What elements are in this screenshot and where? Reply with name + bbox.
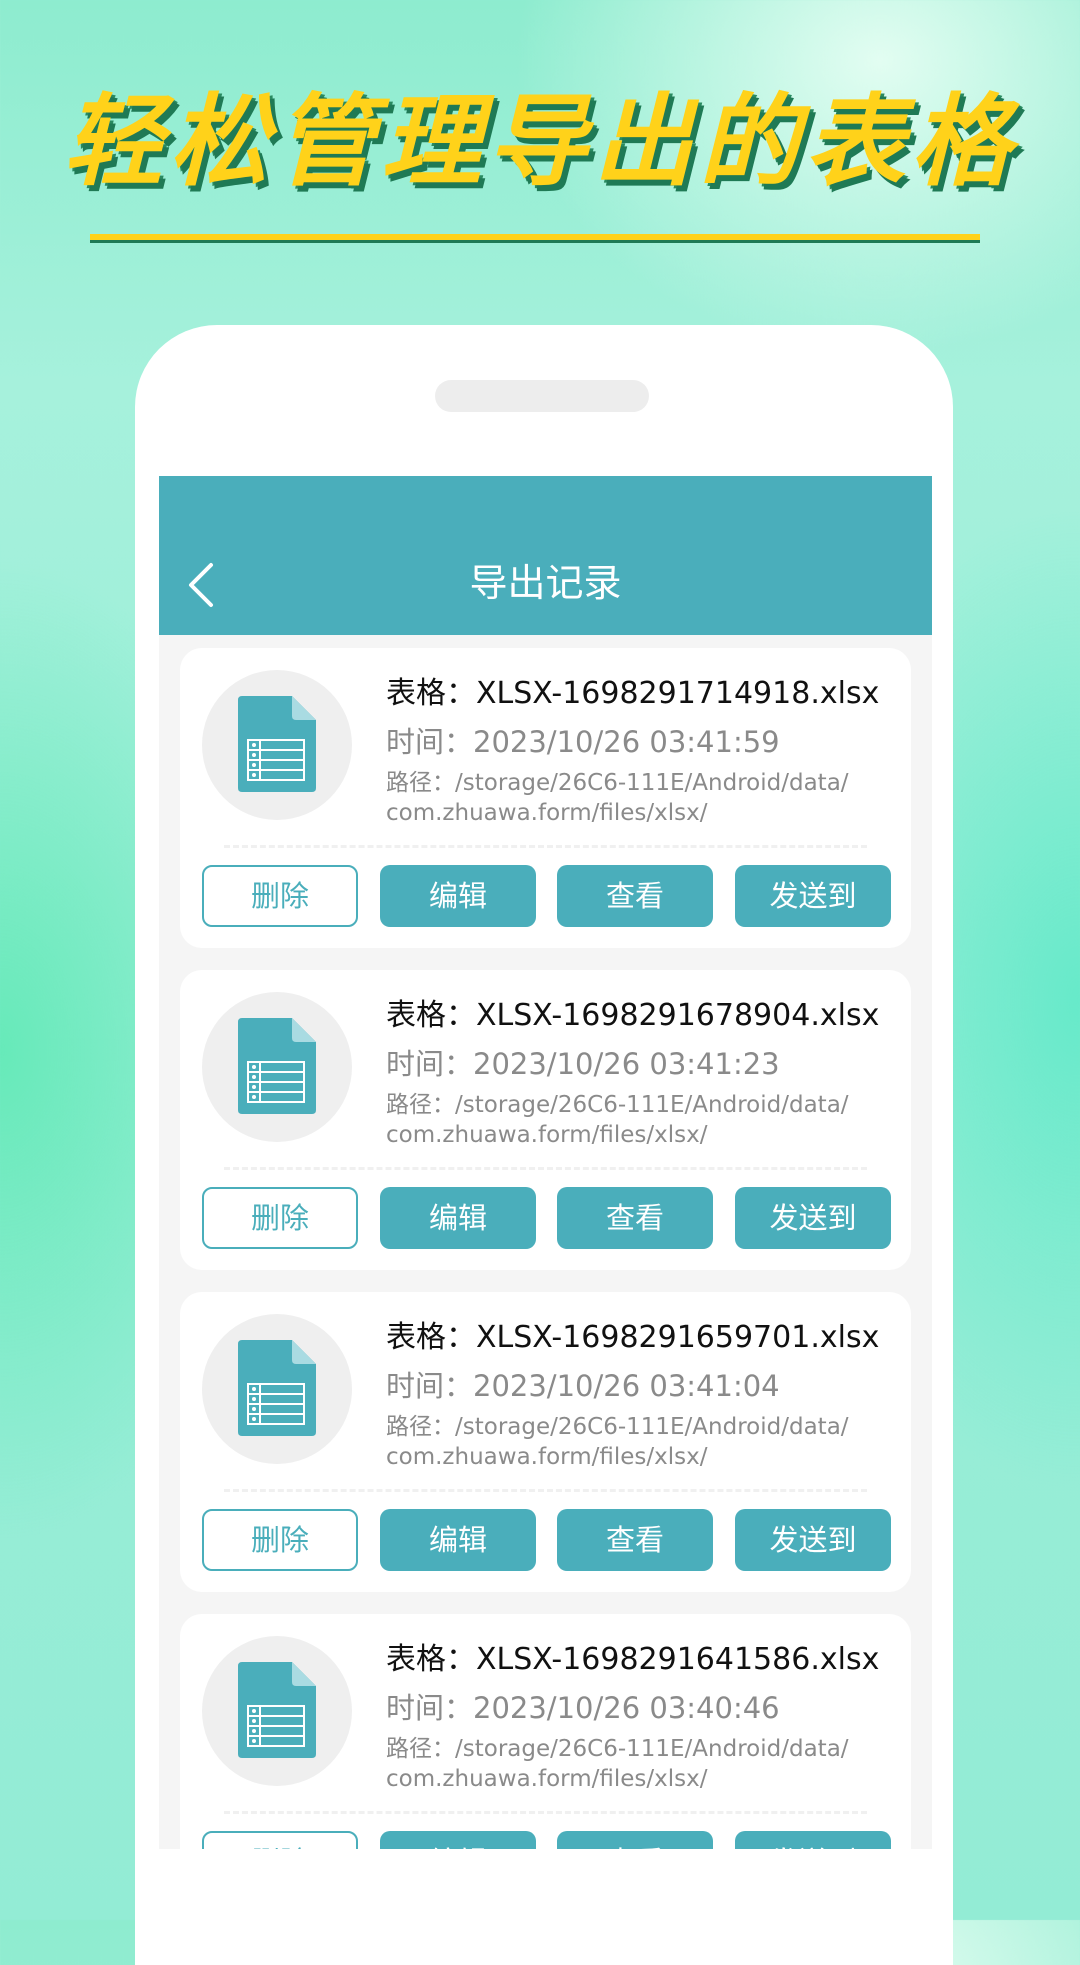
delete-button[interactable]: 删除 (202, 1831, 358, 1849)
send-to-button[interactable]: 发送到 (735, 1831, 891, 1849)
dashed-divider (224, 1167, 867, 1170)
record-time: 时间：2023/10/26 03:41:23 (386, 1047, 780, 1081)
record-path-line: com.zhuawa.form/files/xlsx/ (386, 1444, 708, 1470)
record-filename: 表格：XLSX-1698291641586.xlsx (386, 1642, 880, 1677)
record-card: 表格：XLSX-1698291659701.xlsx 时间：2023/10/26… (180, 1292, 911, 1592)
view-button[interactable]: 查看 (557, 865, 713, 927)
record-path: 路径：/storage/26C6-111E/Android/data/ com.… (386, 1734, 886, 1794)
record-path-line: 路径：/storage/26C6-111E/Android/data/ (386, 770, 849, 796)
record-path-line: 路径：/storage/26C6-111E/Android/data/ (386, 1736, 849, 1762)
dashed-divider (224, 1489, 867, 1492)
spreadsheet-file-icon (238, 1018, 316, 1114)
record-filename: 表格：XLSX-1698291714918.xlsx (386, 676, 880, 711)
delete-button[interactable]: 删除 (202, 1509, 358, 1571)
app-bar: 导出记录 (159, 476, 932, 635)
record-path-line: com.zhuawa.form/files/xlsx/ (386, 800, 708, 826)
file-icon-circle (202, 1636, 352, 1786)
edit-button[interactable]: 编辑 (380, 1509, 536, 1571)
record-path-line: com.zhuawa.form/files/xlsx/ (386, 1122, 708, 1148)
send-to-button[interactable]: 发送到 (735, 865, 891, 927)
promo-headline: 轻松管理导出的表格 (63, 83, 1017, 200)
edit-button[interactable]: 编辑 (380, 1831, 536, 1849)
record-path-line: 路径：/storage/26C6-111E/Android/data/ (386, 1092, 849, 1118)
edit-button[interactable]: 编辑 (380, 1187, 536, 1249)
spreadsheet-file-icon (238, 1340, 316, 1436)
record-filename: 表格：XLSX-1698291659701.xlsx (386, 1320, 880, 1355)
record-filename: 表格：XLSX-1698291678904.xlsx (386, 998, 880, 1033)
spreadsheet-file-icon (238, 696, 316, 792)
phone-frame: 导出记录 表格：XLSX-1698291714918.xlsx 时间：2023/… (135, 325, 953, 1965)
view-button[interactable]: 查看 (557, 1509, 713, 1571)
record-path: 路径：/storage/26C6-111E/Android/data/ com.… (386, 768, 886, 828)
record-path-line: com.zhuawa.form/files/xlsx/ (386, 1766, 708, 1792)
record-time: 时间：2023/10/26 03:41:59 (386, 725, 780, 759)
record-card: 表格：XLSX-1698291714918.xlsx 时间：2023/10/26… (180, 648, 911, 948)
dashed-divider (224, 845, 867, 848)
dashed-divider (224, 1811, 867, 1814)
headline-underline (90, 234, 980, 240)
record-list: 表格：XLSX-1698291714918.xlsx 时间：2023/10/26… (180, 648, 911, 1849)
phone-speaker (435, 380, 649, 412)
record-card: 表格：XLSX-1698291678904.xlsx 时间：2023/10/26… (180, 970, 911, 1270)
view-button[interactable]: 查看 (557, 1187, 713, 1249)
view-button[interactable]: 查看 (557, 1831, 713, 1849)
app-screen: 导出记录 表格：XLSX-1698291714918.xlsx 时间：2023/… (159, 476, 932, 1849)
delete-button[interactable]: 删除 (202, 865, 358, 927)
record-time: 时间：2023/10/26 03:40:46 (386, 1691, 780, 1725)
file-icon-circle (202, 992, 352, 1142)
record-time: 时间：2023/10/26 03:41:04 (386, 1369, 780, 1403)
record-card: 表格：XLSX-1698291641586.xlsx 时间：2023/10/26… (180, 1614, 911, 1849)
send-to-button[interactable]: 发送到 (735, 1509, 891, 1571)
page-title: 导出记录 (469, 561, 622, 605)
file-icon-circle (202, 670, 352, 820)
edit-button[interactable]: 编辑 (380, 865, 536, 927)
file-icon-circle (202, 1314, 352, 1464)
record-path: 路径：/storage/26C6-111E/Android/data/ com.… (386, 1412, 886, 1472)
delete-button[interactable]: 删除 (202, 1187, 358, 1249)
record-path: 路径：/storage/26C6-111E/Android/data/ com.… (386, 1090, 886, 1150)
spreadsheet-file-icon (238, 1662, 316, 1758)
send-to-button[interactable]: 发送到 (735, 1187, 891, 1249)
record-path-line: 路径：/storage/26C6-111E/Android/data/ (386, 1414, 849, 1440)
